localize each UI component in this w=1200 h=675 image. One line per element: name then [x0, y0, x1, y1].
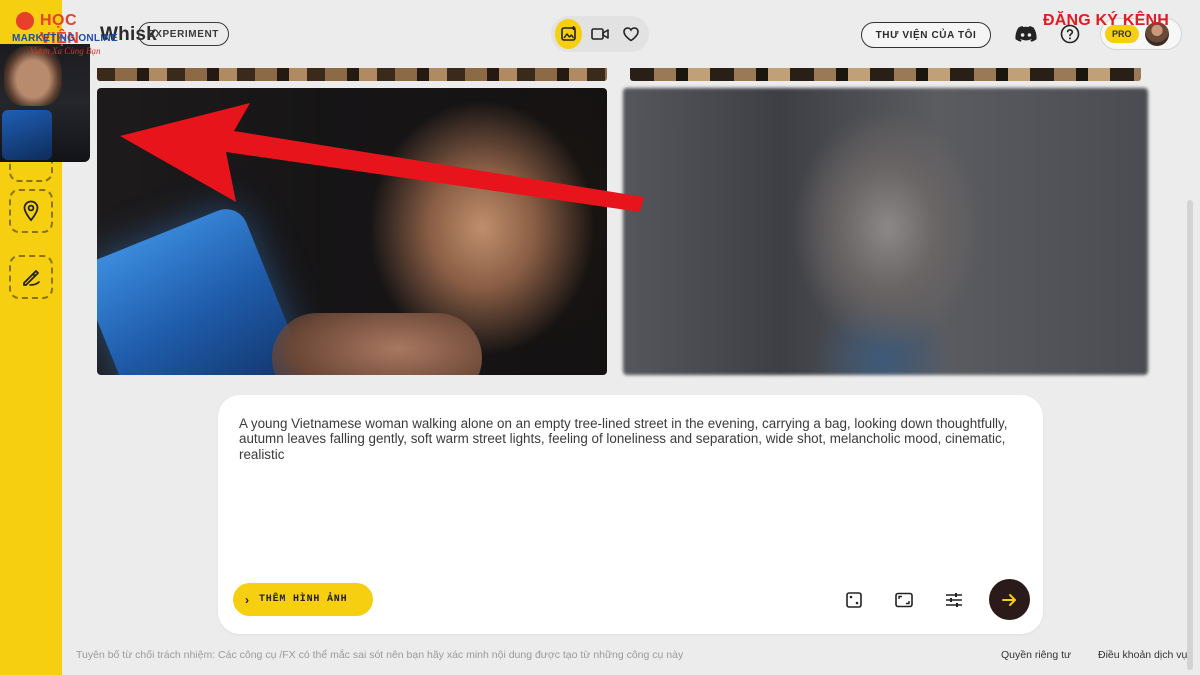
settings-sliders-icon	[946, 593, 962, 607]
location-pin-icon	[23, 200, 39, 222]
privacy-link[interactable]: Quyền riêng tư	[1001, 649, 1071, 661]
generated-image-right-loading[interactable]	[623, 88, 1148, 375]
my-library-button[interactable]: THƯ VIỆN CỦA TÔI	[861, 22, 991, 48]
random-prompt-button[interactable]	[842, 588, 866, 612]
hand-in-image	[272, 313, 482, 375]
webcam-overlay	[0, 44, 90, 162]
settings-button[interactable]	[942, 588, 966, 612]
add-image-button[interactable]: › THÊM HÌNH ẢNH	[233, 583, 373, 616]
aspect-ratio-button[interactable]	[892, 588, 916, 612]
generated-image-left[interactable]	[97, 88, 607, 375]
image-mode-button[interactable]	[555, 19, 583, 49]
add-image-label: THÊM HÌNH ẢNH	[259, 594, 348, 605]
dice-icon	[846, 592, 862, 608]
send-button[interactable]	[989, 579, 1030, 620]
image-mode-icon	[560, 26, 576, 41]
mode-switch	[551, 16, 649, 52]
experiment-badge: EXPERIMENT	[138, 22, 230, 46]
style-tool-button[interactable]	[9, 255, 53, 299]
prompt-card: A young Vietnamese woman walking alone o…	[218, 395, 1043, 634]
favorites-button[interactable]	[618, 19, 645, 49]
previous-image-left[interactable]	[97, 68, 607, 81]
channel-logo-icon	[16, 12, 34, 30]
location-tool-button[interactable]	[9, 189, 53, 233]
brush-icon	[23, 270, 40, 286]
arrow-right-icon	[1001, 593, 1016, 606]
watermark-slogan: Vươn Xa Cùng Bạn	[30, 46, 101, 56]
chevron-right-icon: ›	[245, 592, 249, 607]
page-scrollbar[interactable]	[1187, 200, 1193, 670]
video-mode-icon	[591, 28, 609, 40]
aspect-ratio-icon	[895, 592, 913, 608]
subscribe-watermark: ĐĂNG KÝ KÊNH	[1043, 12, 1169, 29]
video-mode-button[interactable]	[586, 19, 613, 49]
prompt-input[interactable]: A young Vietnamese woman walking alone o…	[239, 416, 1029, 462]
previous-image-right[interactable]	[630, 68, 1141, 81]
channel-logo-watermark: HỌC VIỆN MARKETING ONLINE Vươn Xa Cùng B…	[10, 12, 120, 57]
disclaimer-text: Tuyên bố từ chối trách nhiệm: Các công c…	[76, 649, 684, 661]
discord-link[interactable]	[1014, 24, 1038, 49]
top-header: Whisk EXPERIMENT THƯ VIỆN CỦA TÔI PRO	[62, 0, 1200, 70]
webcam-phone	[2, 110, 52, 160]
terms-link[interactable]: Điều khoản dịch vụ	[1098, 649, 1187, 661]
watermark-line2: MARKETING ONLINE	[12, 33, 118, 44]
rail-tool-slot[interactable]	[9, 160, 53, 182]
discord-icon	[1015, 26, 1037, 42]
heart-icon	[623, 27, 640, 42]
